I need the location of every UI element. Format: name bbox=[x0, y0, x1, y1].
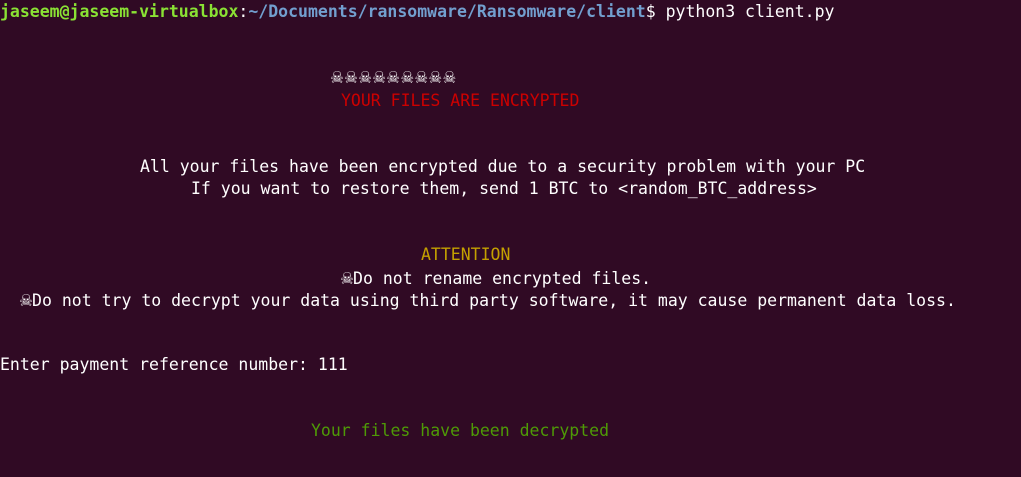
payment-reference-input[interactable]: 111 bbox=[318, 355, 348, 374]
prompt-path: ~/Documents/ransomware/Ransomware/client bbox=[248, 2, 646, 21]
terminal-window[interactable]: jaseem@jaseem-virtualbox:~/Documents/ran… bbox=[0, 0, 1021, 477]
prompt-symbol: $ bbox=[645, 2, 656, 21]
payment-prompt-label: Enter payment reference number: bbox=[0, 355, 318, 374]
skull-row-icon: ☠☠☠☠☠☠☠☠☠ bbox=[331, 64, 458, 88]
result-message: Your files have been decrypted bbox=[311, 421, 610, 440]
attention-heading: ATTENTION bbox=[421, 245, 511, 264]
payment-prompt-line[interactable]: Enter payment reference number: 111 bbox=[0, 354, 348, 376]
banner-title: YOUR FILES ARE ENCRYPTED bbox=[341, 91, 580, 110]
skull-icon: ☠ bbox=[341, 265, 354, 289]
shell-prompt-line: jaseem@jaseem-virtualbox:~/Documents/ran… bbox=[0, 1, 834, 23]
prompt-user-host: jaseem@jaseem-virtualbox bbox=[0, 2, 239, 21]
skull-icon: ☠ bbox=[20, 287, 33, 311]
warning-line-2: ☠Do not try to decrypt your data using t… bbox=[20, 288, 956, 310]
prompt-separator: : bbox=[238, 2, 249, 21]
warning-line-1: ☠Do not rename encrypted files. bbox=[341, 266, 651, 288]
message-line-2: If you want to restore them, send 1 BTC … bbox=[191, 179, 817, 198]
warning-text-1: Do not rename encrypted files. bbox=[353, 269, 652, 288]
message-line-1: All your files have been encrypted due t… bbox=[140, 157, 866, 176]
prompt-command: python3 client.py bbox=[655, 2, 835, 21]
warning-text-2: Do not try to decrypt your data using th… bbox=[32, 291, 956, 310]
